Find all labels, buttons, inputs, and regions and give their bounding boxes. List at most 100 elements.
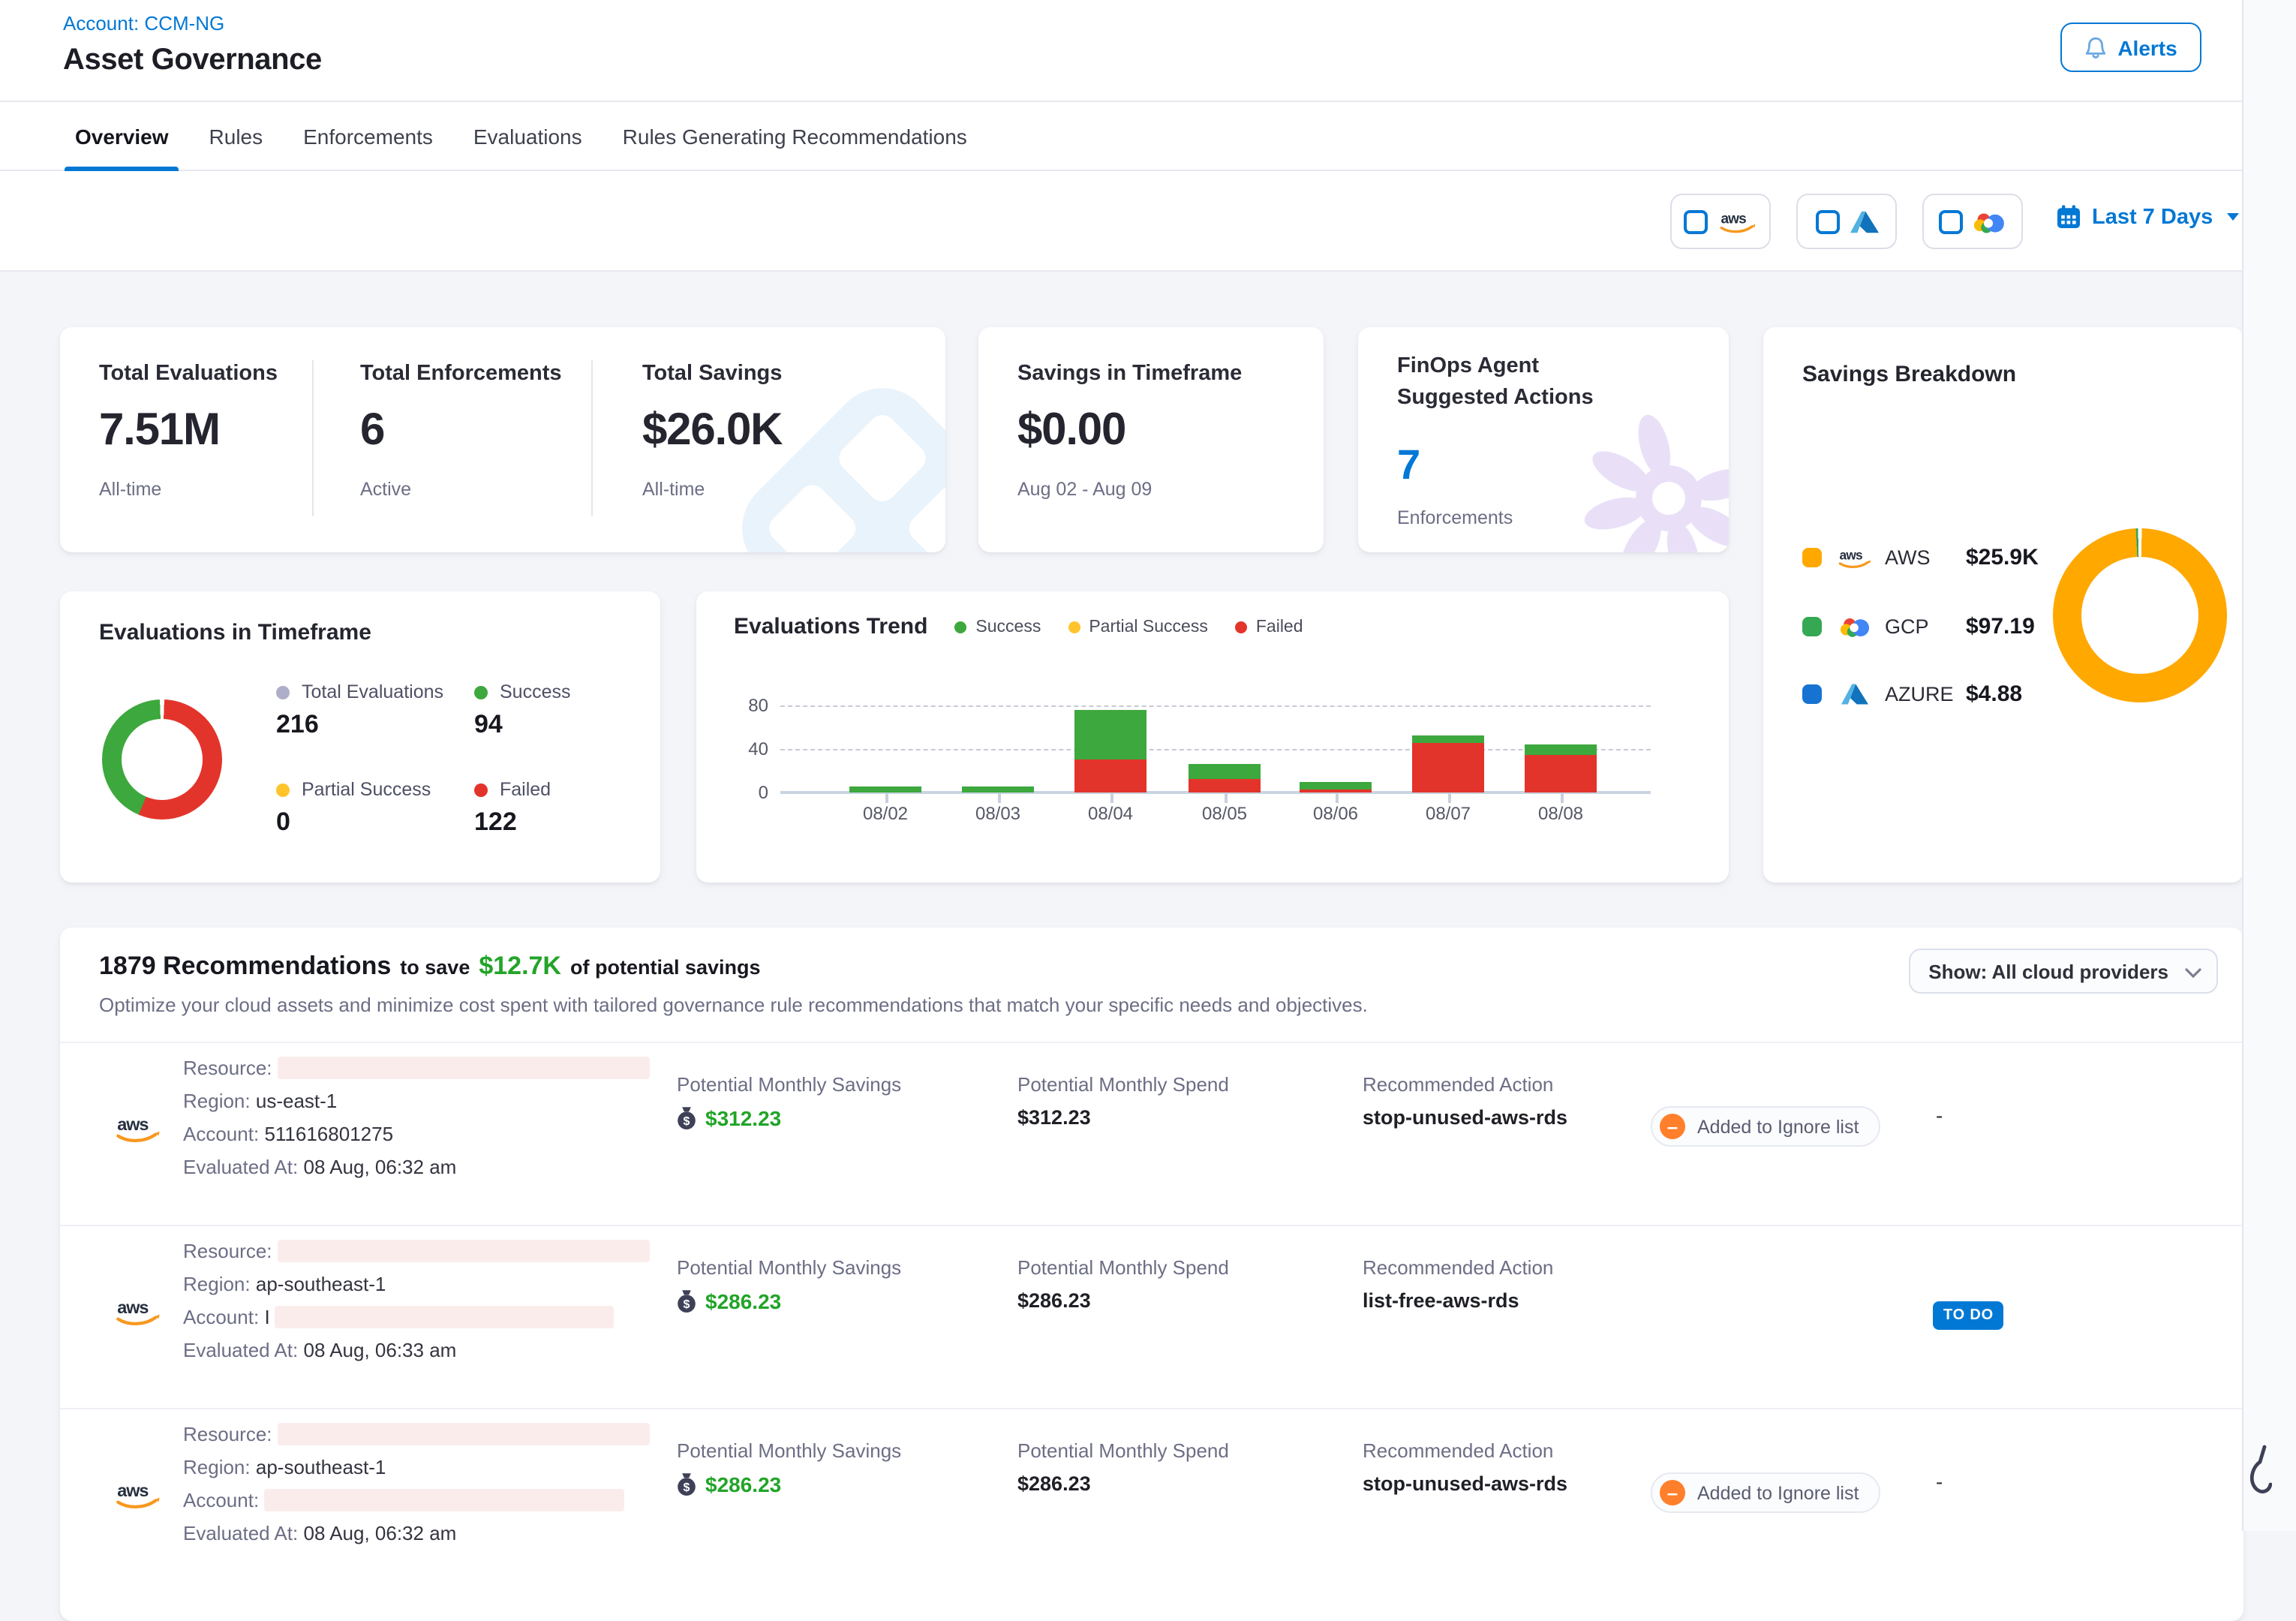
x-tick: [1448, 792, 1450, 803]
total-savings-caption: All-time: [642, 479, 705, 500]
bar-success: [1300, 783, 1372, 789]
filter-aws[interactable]: aws: [1670, 194, 1771, 249]
gcp-legend-value: $97.19: [1966, 614, 2035, 639]
bar-failed: [1412, 744, 1484, 792]
total-evaluations-label: Total Evaluations: [99, 362, 278, 386]
spend-column-label: Potential Monthly Spend: [1017, 1439, 1229, 1462]
total-enforcements-caption: Active: [360, 479, 411, 500]
finops-card: FinOps Agent Suggested Actions 7 Enforce…: [1358, 327, 1729, 552]
total-evaluations-caption: All-time: [99, 479, 161, 500]
ignore-list-badge[interactable]: – Added to Ignore list: [1651, 1472, 1880, 1513]
spend-column-label: Potential Monthly Spend: [1017, 1256, 1229, 1279]
money-bag-icon: $: [677, 1106, 696, 1130]
filter-azure[interactable]: [1796, 194, 1897, 249]
azure-legend-value: $4.88: [1966, 681, 2022, 707]
azure-checkbox[interactable]: [1815, 209, 1839, 233]
bar-success: [1074, 710, 1146, 759]
x-tick: [1225, 792, 1227, 803]
success-dot-icon: [474, 685, 488, 699]
guide-cursor-icon: [2248, 1444, 2272, 1535]
spend-value: $286.23: [1017, 1472, 1091, 1495]
tab-rules-generating-recommendations[interactable]: Rules Generating Recommendations: [623, 101, 967, 170]
filter-gcp[interactable]: [1922, 194, 2023, 249]
minus-icon: –: [1660, 1480, 1685, 1505]
aws-swatch: [1802, 548, 1822, 567]
evaluated-at-value: 08 Aug, 06:33 am: [304, 1339, 457, 1361]
account-value: 511616801275: [264, 1123, 393, 1145]
region-value: ap-southeast-1: [256, 1456, 386, 1478]
azure-legend-label: AZURE: [1885, 683, 1966, 705]
spend-column-label: Potential Monthly Spend: [1017, 1073, 1229, 1096]
spend-value: $312.23: [1017, 1106, 1091, 1129]
x-axis-label: 08/03: [950, 803, 1046, 824]
ignore-list-label: Added to Ignore list: [1697, 1116, 1859, 1137]
svg-text:aws: aws: [117, 1298, 149, 1317]
region-value: us-east-1: [256, 1090, 337, 1112]
redacted-account: [275, 1306, 615, 1328]
recommendation-row[interactable]: aws Resource: Region: ap-southeast-1 Acc…: [60, 1225, 2243, 1408]
legend-partial-success: Partial Success 0: [276, 779, 431, 838]
tab-enforcements[interactable]: Enforcements: [303, 101, 433, 170]
aws-icon: aws: [1837, 546, 1873, 569]
savings-timeframe-label: Savings in Timeframe: [1017, 362, 1242, 386]
action-column-label: Recommended Action: [1363, 1073, 1553, 1096]
alerts-button[interactable]: Alerts: [2060, 23, 2201, 72]
savings-breakdown-title: Savings Breakdown: [1802, 362, 2016, 387]
aws-checkbox[interactable]: [1684, 209, 1708, 233]
cloud-provider-select-value: Show: All cloud providers: [1928, 960, 2168, 982]
money-bag-icon: $: [677, 1289, 696, 1313]
bar-failed: [1074, 759, 1146, 792]
x-tick: [1110, 792, 1113, 803]
azure-icon: [1837, 683, 1873, 705]
svg-text:$: $: [684, 1115, 690, 1128]
divider: [2242, 0, 2243, 1531]
tab-rules[interactable]: Rules: [209, 101, 263, 170]
x-tick: [885, 792, 888, 803]
ccm-watermark-icon: [721, 367, 945, 552]
bar-success: [962, 787, 1034, 792]
date-range-picker[interactable]: Last 7 Days: [2056, 204, 2238, 230]
calendar-icon: [2056, 204, 2081, 230]
aws-icon: aws: [1718, 209, 1757, 234]
flower-watermark-icon: [1576, 405, 1729, 552]
divider: [591, 360, 593, 516]
resource-details: Resource: Region: ap-southeast-1 Account…: [183, 1235, 650, 1367]
x-tick: [1336, 792, 1338, 803]
scrollbar-gutter[interactable]: [2243, 0, 2296, 1531]
breakdown-legend-azure: AZURE $4.88: [1802, 681, 2022, 707]
account-breadcrumb[interactable]: Account: CCM-NG: [63, 12, 224, 35]
svg-text:aws: aws: [1720, 212, 1746, 227]
x-tick: [998, 792, 1000, 803]
tab-evaluations[interactable]: Evaluations: [473, 101, 582, 170]
svg-text:aws: aws: [117, 1114, 149, 1134]
tab-overview[interactable]: Overview: [75, 101, 169, 170]
total-dot-icon: [276, 685, 290, 699]
todo-badge[interactable]: TO DO: [1933, 1301, 2004, 1330]
recommendations-subtitle: Optimize your cloud assets and minimize …: [99, 994, 1368, 1016]
money-bag-icon: $: [677, 1472, 696, 1496]
savings-timeframe-card: Savings in Timeframe $0.00 Aug 02 - Aug …: [978, 327, 1324, 552]
recommendation-row[interactable]: aws Resource: Region: ap-southeast-1 Acc…: [60, 1408, 2243, 1591]
bell-icon: [2084, 35, 2107, 59]
savings-value: $ $286.23: [677, 1289, 781, 1313]
breakdown-legend-gcp: GCP $97.19: [1802, 614, 2035, 639]
chevron-down-icon: [2185, 968, 2201, 979]
savings-column-label: Potential Monthly Savings: [677, 1439, 901, 1462]
legend-failed: Failed 122: [474, 779, 551, 838]
status-extra: -: [1936, 1469, 1943, 1493]
gcp-checkbox[interactable]: [1939, 209, 1963, 233]
recommendations-count: 1879 Recommendations: [99, 952, 391, 982]
ignore-list-badge[interactable]: – Added to Ignore list: [1651, 1106, 1880, 1147]
alerts-label: Alerts: [2117, 35, 2177, 59]
aws-legend-label: AWS: [1885, 546, 1966, 569]
cloud-provider-select[interactable]: Show: All cloud providers: [1909, 949, 2218, 994]
azure-icon: [1850, 209, 1878, 233]
total-enforcements-label: Total Enforcements: [360, 362, 562, 386]
recommended-action-value: stop-unused-aws-rds: [1363, 1472, 1567, 1495]
evaluated-at-value: 08 Aug, 06:32 am: [304, 1156, 457, 1178]
page-header: Account: CCM-NG Asset Governance Alerts: [0, 0, 2296, 102]
recommendation-row[interactable]: aws Resource: Region: us-east-1 Account:…: [60, 1042, 2243, 1225]
date-range-label: Last 7 Days: [2092, 205, 2213, 229]
x-axis-label: 08/02: [837, 803, 933, 824]
tab-bar: Overview Rules Enforcements Evaluations …: [0, 102, 2296, 171]
